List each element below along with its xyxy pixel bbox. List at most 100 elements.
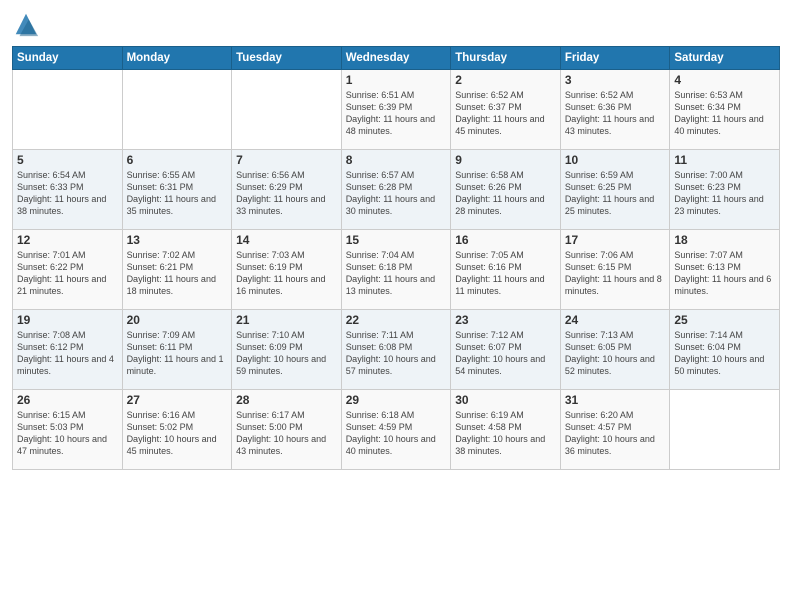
week-row-4: 19 Sunrise: 7:08 AMSunset: 6:12 PMDayligh… (13, 310, 780, 390)
calendar-cell: 23 Sunrise: 7:12 AMSunset: 6:07 PMDayligh… (451, 310, 561, 390)
day-info: Sunrise: 7:12 AMSunset: 6:07 PMDaylight:… (455, 329, 556, 378)
day-number: 14 (236, 233, 337, 247)
day-info: Sunrise: 7:05 AMSunset: 6:16 PMDaylight:… (455, 249, 556, 298)
weekday-header-saturday: Saturday (670, 47, 780, 70)
day-number: 9 (455, 153, 556, 167)
day-number: 27 (127, 393, 228, 407)
day-info: Sunrise: 6:17 AMSunset: 5:00 PMDaylight:… (236, 409, 337, 458)
calendar-cell: 20 Sunrise: 7:09 AMSunset: 6:11 PMDayligh… (122, 310, 232, 390)
calendar-cell: 14 Sunrise: 7:03 AMSunset: 6:19 PMDayligh… (232, 230, 342, 310)
calendar-cell: 2 Sunrise: 6:52 AMSunset: 6:37 PMDaylight… (451, 70, 561, 150)
day-number: 12 (17, 233, 118, 247)
day-info: Sunrise: 6:52 AMSunset: 6:37 PMDaylight:… (455, 89, 556, 138)
day-number: 16 (455, 233, 556, 247)
day-info: Sunrise: 6:51 AMSunset: 6:39 PMDaylight:… (346, 89, 447, 138)
day-number: 23 (455, 313, 556, 327)
calendar-cell: 24 Sunrise: 7:13 AMSunset: 6:05 PMDayligh… (560, 310, 670, 390)
calendar-cell: 4 Sunrise: 6:53 AMSunset: 6:34 PMDaylight… (670, 70, 780, 150)
logo-icon (12, 10, 40, 38)
logo (12, 10, 44, 38)
day-info: Sunrise: 7:06 AMSunset: 6:15 PMDaylight:… (565, 249, 666, 298)
page-header (12, 10, 780, 38)
calendar-cell (122, 70, 232, 150)
day-info: Sunrise: 6:53 AMSunset: 6:34 PMDaylight:… (674, 89, 775, 138)
day-number: 6 (127, 153, 228, 167)
day-info: Sunrise: 6:58 AMSunset: 6:26 PMDaylight:… (455, 169, 556, 218)
day-info: Sunrise: 6:52 AMSunset: 6:36 PMDaylight:… (565, 89, 666, 138)
day-number: 8 (346, 153, 447, 167)
weekday-header-tuesday: Tuesday (232, 47, 342, 70)
calendar-cell: 27Sunrise: 6:16 AMSunset: 5:02 PMDayligh… (122, 390, 232, 470)
day-info: Sunrise: 6:57 AMSunset: 6:28 PMDaylight:… (346, 169, 447, 218)
calendar-cell (13, 70, 123, 150)
page-container: SundayMondayTuesdayWednesdayThursdayFrid… (0, 0, 792, 478)
day-info: Sunrise: 7:01 AMSunset: 6:22 PMDaylight:… (17, 249, 118, 298)
calendar-cell: 28 Sunrise: 6:17 AMSunset: 5:00 PMDayligh… (232, 390, 342, 470)
calendar-cell: 10 Sunrise: 6:59 AMSunset: 6:25 PMDayligh… (560, 150, 670, 230)
week-row-3: 12 Sunrise: 7:01 AMSunset: 6:22 PMDayligh… (13, 230, 780, 310)
calendar-cell: 6 Sunrise: 6:55 AMSunset: 6:31 PMDaylight… (122, 150, 232, 230)
day-info: Sunrise: 7:02 AMSunset: 6:21 PMDaylight:… (127, 249, 228, 298)
day-number: 31 (565, 393, 666, 407)
week-row-1: 1 Sunrise: 6:51 AMSunset: 6:39 PMDaylight… (13, 70, 780, 150)
day-number: 24 (565, 313, 666, 327)
day-info: Sunrise: 7:04 AMSunset: 6:18 PMDaylight:… (346, 249, 447, 298)
calendar-cell: 7Sunrise: 6:56 AMSunset: 6:29 PMDaylight… (232, 150, 342, 230)
calendar-cell: 11 Sunrise: 7:00 AMSunset: 6:23 PMDayligh… (670, 150, 780, 230)
calendar-cell: 18Sunrise: 7:07 AMSunset: 6:13 PMDayligh… (670, 230, 780, 310)
day-info: Sunrise: 7:10 AMSunset: 6:09 PMDaylight:… (236, 329, 337, 378)
day-number: 13 (127, 233, 228, 247)
day-info: Sunrise: 7:09 AMSunset: 6:11 PMDaylight:… (127, 329, 228, 378)
day-number: 25 (674, 313, 775, 327)
calendar-cell (232, 70, 342, 150)
calendar-cell: 16 Sunrise: 7:05 AMSunset: 6:16 PMDayligh… (451, 230, 561, 310)
day-number: 19 (17, 313, 118, 327)
day-number: 11 (674, 153, 775, 167)
calendar-cell (670, 390, 780, 470)
calendar-cell: 25 Sunrise: 7:14 AMSunset: 6:04 PMDayligh… (670, 310, 780, 390)
week-row-2: 5Sunrise: 6:54 AMSunset: 6:33 PMDaylight… (13, 150, 780, 230)
day-info: Sunrise: 6:15 AMSunset: 5:03 PMDaylight:… (17, 409, 118, 458)
calendar-cell: 9 Sunrise: 6:58 AMSunset: 6:26 PMDaylight… (451, 150, 561, 230)
day-info: Sunrise: 6:20 AMSunset: 4:57 PMDaylight:… (565, 409, 666, 458)
day-info: Sunrise: 6:55 AMSunset: 6:31 PMDaylight:… (127, 169, 228, 218)
weekday-header-friday: Friday (560, 47, 670, 70)
day-number: 4 (674, 73, 775, 87)
calendar-cell: 13 Sunrise: 7:02 AMSunset: 6:21 PMDayligh… (122, 230, 232, 310)
day-number: 17 (565, 233, 666, 247)
day-number: 3 (565, 73, 666, 87)
calendar-cell: 15Sunrise: 7:04 AMSunset: 6:18 PMDayligh… (341, 230, 451, 310)
day-number: 2 (455, 73, 556, 87)
day-number: 10 (565, 153, 666, 167)
weekday-header-row: SundayMondayTuesdayWednesdayThursdayFrid… (13, 47, 780, 70)
day-info: Sunrise: 7:11 AMSunset: 6:08 PMDaylight:… (346, 329, 447, 378)
day-info: Sunrise: 6:59 AMSunset: 6:25 PMDaylight:… (565, 169, 666, 218)
calendar-cell: 1 Sunrise: 6:51 AMSunset: 6:39 PMDaylight… (341, 70, 451, 150)
day-number: 18 (674, 233, 775, 247)
day-info: Sunrise: 7:00 AMSunset: 6:23 PMDaylight:… (674, 169, 775, 218)
calendar-cell: 8 Sunrise: 6:57 AMSunset: 6:28 PMDaylight… (341, 150, 451, 230)
day-info: Sunrise: 7:03 AMSunset: 6:19 PMDaylight:… (236, 249, 337, 298)
day-number: 20 (127, 313, 228, 327)
calendar-cell: 19 Sunrise: 7:08 AMSunset: 6:12 PMDayligh… (13, 310, 123, 390)
day-info: Sunrise: 6:18 AMSunset: 4:59 PMDaylight:… (346, 409, 447, 458)
weekday-header-wednesday: Wednesday (341, 47, 451, 70)
weekday-header-thursday: Thursday (451, 47, 561, 70)
day-info: Sunrise: 7:08 AMSunset: 6:12 PMDaylight:… (17, 329, 118, 378)
calendar-cell: 30Sunrise: 6:19 AMSunset: 4:58 PMDayligh… (451, 390, 561, 470)
calendar-cell: 21Sunrise: 7:10 AMSunset: 6:09 PMDayligh… (232, 310, 342, 390)
day-number: 1 (346, 73, 447, 87)
day-number: 26 (17, 393, 118, 407)
day-number: 28 (236, 393, 337, 407)
week-row-5: 26 Sunrise: 6:15 AMSunset: 5:03 PMDayligh… (13, 390, 780, 470)
day-info: Sunrise: 7:13 AMSunset: 6:05 PMDaylight:… (565, 329, 666, 378)
calendar-cell: 3 Sunrise: 6:52 AMSunset: 6:36 PMDaylight… (560, 70, 670, 150)
day-info: Sunrise: 6:56 AMSunset: 6:29 PMDaylight:… (236, 169, 337, 218)
calendar-cell: 26 Sunrise: 6:15 AMSunset: 5:03 PMDayligh… (13, 390, 123, 470)
calendar-table: SundayMondayTuesdayWednesdayThursdayFrid… (12, 46, 780, 470)
calendar-cell: 17 Sunrise: 7:06 AMSunset: 6:15 PMDayligh… (560, 230, 670, 310)
calendar-cell: 12 Sunrise: 7:01 AMSunset: 6:22 PMDayligh… (13, 230, 123, 310)
day-info: Sunrise: 7:14 AMSunset: 6:04 PMDaylight:… (674, 329, 775, 378)
weekday-header-sunday: Sunday (13, 47, 123, 70)
day-number: 5 (17, 153, 118, 167)
